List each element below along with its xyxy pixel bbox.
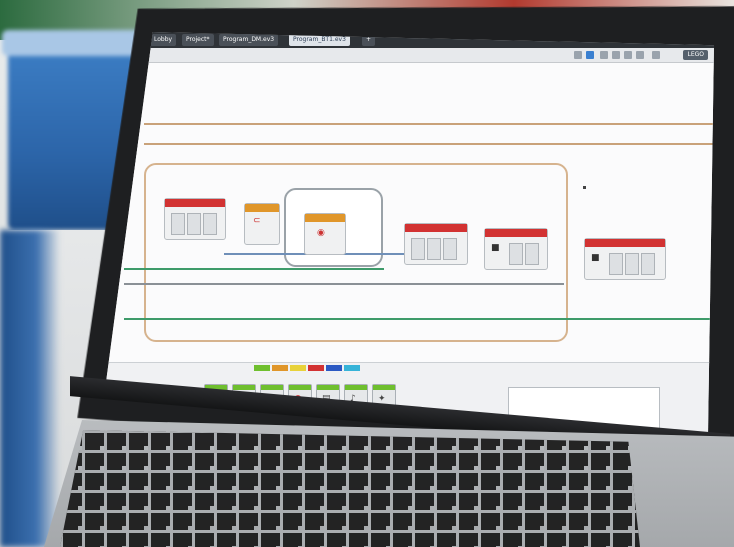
block-param <box>411 238 425 260</box>
data-wire-green <box>124 268 384 270</box>
block-param <box>187 213 201 235</box>
block-param <box>443 238 457 260</box>
foreground-blur <box>0 230 60 547</box>
app-logo: LEGO <box>683 50 708 60</box>
palette-tab-action[interactable] <box>254 365 270 371</box>
block-param <box>525 243 539 265</box>
block-param <box>427 238 441 260</box>
block-header <box>345 385 367 390</box>
block-param <box>203 213 217 235</box>
keyboard-column-gaps <box>60 430 640 547</box>
block-param <box>609 253 623 275</box>
zoom-icon[interactable] <box>652 51 660 59</box>
block-header <box>233 385 255 390</box>
tab-project[interactable]: Project* <box>182 34 214 46</box>
programming-canvas[interactable]: ⊂ ◉ ■ ■ <box>104 63 714 363</box>
camera-icon: ■ <box>591 253 600 263</box>
save-icon[interactable] <box>612 51 620 59</box>
tab-lobby[interactable]: Lobby <box>150 34 177 46</box>
block-param <box>171 213 185 235</box>
block-header <box>289 385 311 390</box>
motor-block-2[interactable] <box>404 223 468 265</box>
pan-tool-icon[interactable] <box>586 51 594 59</box>
motor-block-1[interactable] <box>164 198 226 240</box>
block-header <box>485 229 547 237</box>
sequence-line-top <box>144 123 714 125</box>
mouse-cursor <box>583 186 586 189</box>
palette-tab-myblocks[interactable] <box>344 365 360 371</box>
sequence-line-second <box>144 143 714 145</box>
palette-tab-data[interactable] <box>308 365 324 371</box>
block-header <box>165 199 225 207</box>
block-header <box>245 204 279 212</box>
block-header <box>405 224 467 232</box>
redo-icon[interactable] <box>636 51 644 59</box>
storage-box-lid <box>2 30 148 56</box>
select-tool-icon[interactable] <box>574 51 582 59</box>
comment-tool-icon[interactable] <box>600 51 608 59</box>
tab-program-dm[interactable]: Program_DM.ev3 <box>219 34 279 46</box>
program-toolbar <box>104 48 714 63</box>
block-header <box>317 385 339 390</box>
block-header <box>261 385 283 390</box>
palette-tab-advanced[interactable] <box>326 365 342 371</box>
magnet-icon: ⊂ <box>253 216 261 226</box>
block-param <box>641 253 655 275</box>
data-wire-gray <box>124 283 564 285</box>
motor-block-3[interactable]: ■ <box>584 238 666 280</box>
loop-interrupt-block[interactable]: ⊂ <box>244 203 280 245</box>
block-param <box>509 243 523 265</box>
palette-tab-sensor[interactable] <box>290 365 306 371</box>
display-block[interactable]: ■ <box>484 228 548 270</box>
block-header <box>585 239 665 247</box>
palette-tab-flow[interactable] <box>272 365 288 371</box>
sensor-icon: ◉ <box>317 228 325 238</box>
data-wire-long <box>124 318 714 320</box>
block-param <box>625 253 639 275</box>
block-header <box>373 385 395 390</box>
undo-icon[interactable] <box>624 51 632 59</box>
photo-scene: Lobby Project* Program_DM.ev3 Program_BT… <box>0 0 734 547</box>
camera-icon: ■ <box>491 243 500 253</box>
block-header <box>305 214 345 222</box>
switch-case-block[interactable]: ◉ <box>304 213 346 255</box>
